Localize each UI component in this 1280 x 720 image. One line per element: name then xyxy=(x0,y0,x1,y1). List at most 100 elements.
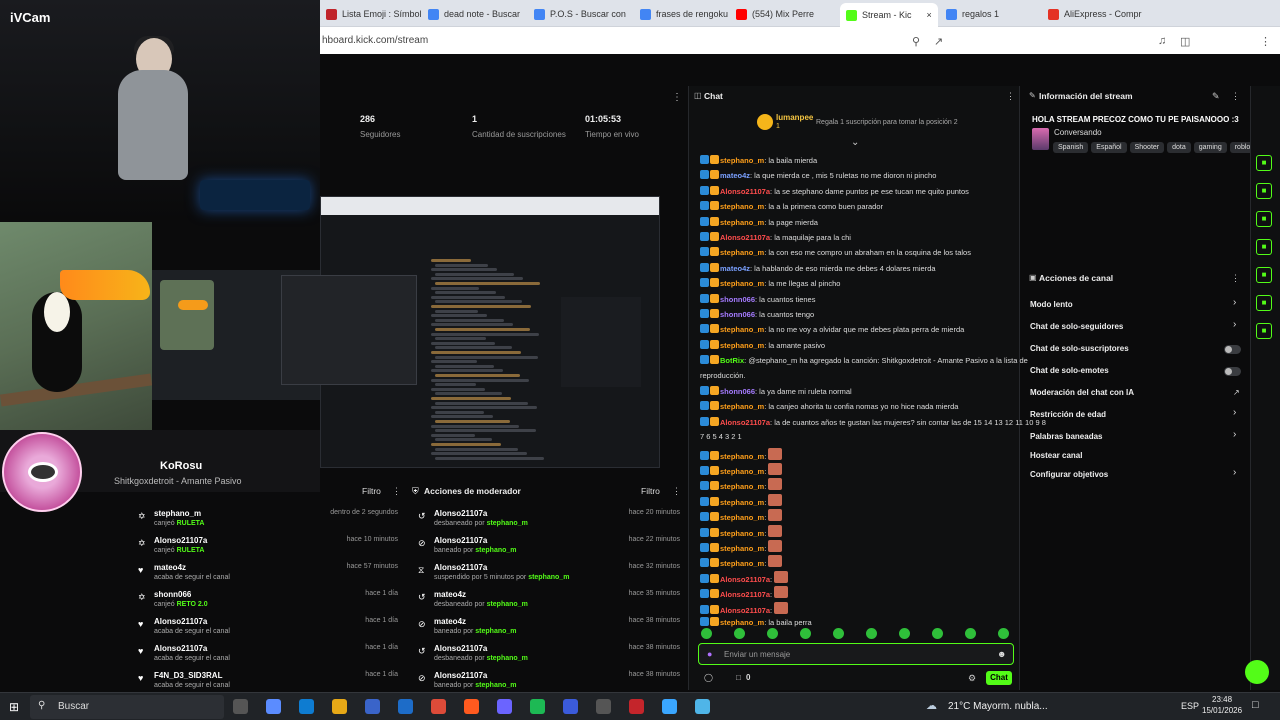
windows-start-icon[interactable]: ⊞ xyxy=(9,700,19,714)
chat-message[interactable]: stephano_m: xyxy=(700,478,783,491)
wrench-icon[interactable]: ■ xyxy=(1256,323,1272,339)
chat-username[interactable]: mateo4z xyxy=(720,171,750,180)
activity-user[interactable]: mateo4z xyxy=(154,563,186,572)
info-menu-icon[interactable]: ⋮ xyxy=(1231,91,1240,102)
language-indicator[interactable]: ESP xyxy=(1181,701,1199,711)
modaction-moderator[interactable]: stephano_m xyxy=(475,628,516,635)
zoom-icon[interactable]: ⚲ xyxy=(912,35,920,48)
chat-message[interactable]: shonn066: la cuantos tienes xyxy=(700,293,815,304)
taskbar-app-icon[interactable] xyxy=(596,699,611,714)
chevron-right-icon[interactable]: › xyxy=(1233,297,1236,308)
channel-action-item[interactable]: Modo lento xyxy=(1030,300,1073,309)
chat-username[interactable]: stephano_m xyxy=(720,279,764,288)
activity-row[interactable]: ♥ Alonso21107a acaba de seguir el canal ha… xyxy=(138,644,398,670)
chat-message[interactable]: stephano_m: la baila mierda xyxy=(700,155,817,165)
chat-username[interactable]: shonn066 xyxy=(720,295,755,304)
edit-icon[interactable]: ✎ xyxy=(1212,91,1220,102)
emote-icon[interactable] xyxy=(833,628,844,639)
chat-username[interactable]: Alonso21107a xyxy=(720,418,770,427)
stream-tag[interactable]: gaming xyxy=(1193,142,1227,153)
modaction-user[interactable]: Alonso21107a xyxy=(434,536,487,545)
tab-5[interactable]: Stream - Kic × xyxy=(840,3,938,27)
taskbar-search[interactable]: ⚲ Buscar xyxy=(30,695,224,719)
chevron-right-icon[interactable]: › xyxy=(1233,407,1236,418)
chat-message[interactable]: stephano_m: la baila perra xyxy=(700,617,812,627)
taskbar-app-icon[interactable] xyxy=(365,699,380,714)
activity-user[interactable]: Alonso21107a xyxy=(154,617,207,626)
channel-action-item[interactable]: Chat de solo-emotes xyxy=(1030,366,1109,375)
share-icon[interactable]: ↗ xyxy=(934,35,943,48)
emote-icon[interactable] xyxy=(701,628,712,639)
chat-username[interactable]: stephano_m xyxy=(720,341,764,350)
collapse-icon[interactable]: ⌄ xyxy=(851,137,859,148)
chat-message[interactable]: stephano_m: xyxy=(700,509,783,522)
tab-2[interactable]: P.O.S - Buscar con xyxy=(534,4,626,24)
modaction-row[interactable]: ⊘ Alonso21107a baneado por stephano_m hace … xyxy=(418,536,680,562)
modaction-moderator[interactable]: stephano_m xyxy=(487,601,528,608)
emote-icon[interactable] xyxy=(899,628,910,639)
tab-4[interactable]: (554) Mix Perre xyxy=(736,4,814,24)
chat-message[interactable]: stephano_m: la page mierda xyxy=(700,216,818,227)
chat-message[interactable]: mateo4z: la hablando de eso mierda me de… xyxy=(700,262,936,273)
taskbar-app-icon[interactable] xyxy=(629,699,644,714)
activity-menu-icon[interactable]: ⋮ xyxy=(392,486,401,497)
chat-message[interactable]: Alonso21107a: xyxy=(700,570,789,584)
close-tab-icon[interactable]: × xyxy=(927,10,932,20)
activity-user[interactable]: Alonso21107a xyxy=(154,536,207,545)
modaction-moderator[interactable]: stephano_m xyxy=(475,547,516,554)
notification-icon[interactable]: □ xyxy=(1252,699,1259,711)
activity-user[interactable]: Alonso21107a xyxy=(154,644,207,653)
chat-username[interactable]: stephano_m xyxy=(720,248,764,257)
activity-user[interactable]: stephano_m xyxy=(154,509,201,518)
tab-7[interactable]: AliExpress - Compr xyxy=(1048,4,1142,24)
chat-input[interactable]: ● Enviar un mensaje ☻ xyxy=(698,643,1014,665)
chat-message[interactable]: stephano_m: la me llegas al pincho xyxy=(700,278,840,288)
chat-message[interactable]: stephano_m: la no me voy a olvidar que m… xyxy=(700,324,964,334)
channel-action-item[interactable]: Restricción de edad xyxy=(1030,410,1106,419)
chevron-right-icon[interactable]: › xyxy=(1233,429,1236,440)
mic-icon[interactable]: ● xyxy=(707,649,712,659)
assistant-button[interactable] xyxy=(1245,660,1269,684)
chat-message[interactable]: shonn066: la ya dame mi ruleta normal xyxy=(700,386,852,396)
activity-row[interactable]: ✡ shonn066 canjeó RETO 2.0 hace 1 día xyxy=(138,590,398,616)
send-chat-button[interactable]: Chat xyxy=(986,671,1012,685)
users-icon[interactable]: ◯ xyxy=(704,673,713,682)
modaction-user[interactable]: Alonso21107a xyxy=(434,644,487,653)
pinned-user[interactable]: lumanpee xyxy=(776,113,813,122)
weather-text[interactable]: 21°C Mayorm. nubla... xyxy=(948,701,1048,712)
emoji-icon[interactable]: ☻ xyxy=(997,649,1006,659)
channel-action-item[interactable]: Hostear canal xyxy=(1030,451,1082,460)
taskbar-app-icon[interactable] xyxy=(332,699,347,714)
external-link-icon[interactable]: ↗ xyxy=(1233,388,1240,397)
chat-username[interactable]: shonn066 xyxy=(720,387,755,396)
chat-message[interactable]: shonn066: la cuantos tengo xyxy=(700,309,814,319)
taskbar-app-icon[interactable] xyxy=(497,699,512,714)
chat-username[interactable]: stephano_m xyxy=(720,467,764,476)
chat-message[interactable]: BotRix: @stephano_m ha agregado la canci… xyxy=(700,355,1028,365)
taskbar-app-icon[interactable] xyxy=(299,699,314,714)
modaction-row[interactable]: ⊘ mateo4z baneado por stephano_m hace 38 mi… xyxy=(418,617,680,643)
sidebar-icon[interactable]: ◫ xyxy=(1180,35,1190,48)
camera-icon[interactable]: ■ xyxy=(1256,155,1272,171)
chat-username[interactable]: stephano_m xyxy=(720,202,764,211)
chat-message[interactable]: reproducción. xyxy=(700,371,745,380)
activity-row[interactable]: ✡ Alonso21107a canjeó RULETA hace 10 minuto… xyxy=(138,536,398,562)
toggle-switch[interactable] xyxy=(1224,345,1241,354)
chat-username[interactable]: stephano_m xyxy=(720,618,764,627)
chevron-right-icon[interactable]: › xyxy=(1233,319,1236,330)
stream-tag[interactable]: Español xyxy=(1091,142,1127,153)
url-text[interactable]: hboard.kick.com/stream xyxy=(322,35,428,46)
chat-username[interactable]: stephano_m xyxy=(720,156,764,165)
activity-row[interactable]: ✡ stephano_m canjeó RULETA dentro de 2 segu… xyxy=(138,509,398,535)
modaction-moderator[interactable]: stephano_m xyxy=(487,520,528,527)
modaction-user[interactable]: Alonso21107a xyxy=(434,509,487,518)
chat-message[interactable]: stephano_m: xyxy=(700,447,783,461)
chat-username[interactable]: stephano_m xyxy=(720,529,764,538)
tab-3[interactable]: frases de rengoku xyxy=(640,4,728,24)
modaction-user[interactable]: Alonso21107a xyxy=(434,563,487,572)
address-bar[interactable]: hboard.kick.com/stream ⚲ ↗ ♫ ◫ ⋮ xyxy=(320,27,1280,54)
chat-username[interactable]: stephano_m xyxy=(720,482,764,491)
taskbar-app-icon[interactable] xyxy=(398,699,413,714)
emote-icon[interactable] xyxy=(866,628,877,639)
toggle-switch[interactable] xyxy=(1224,367,1241,376)
